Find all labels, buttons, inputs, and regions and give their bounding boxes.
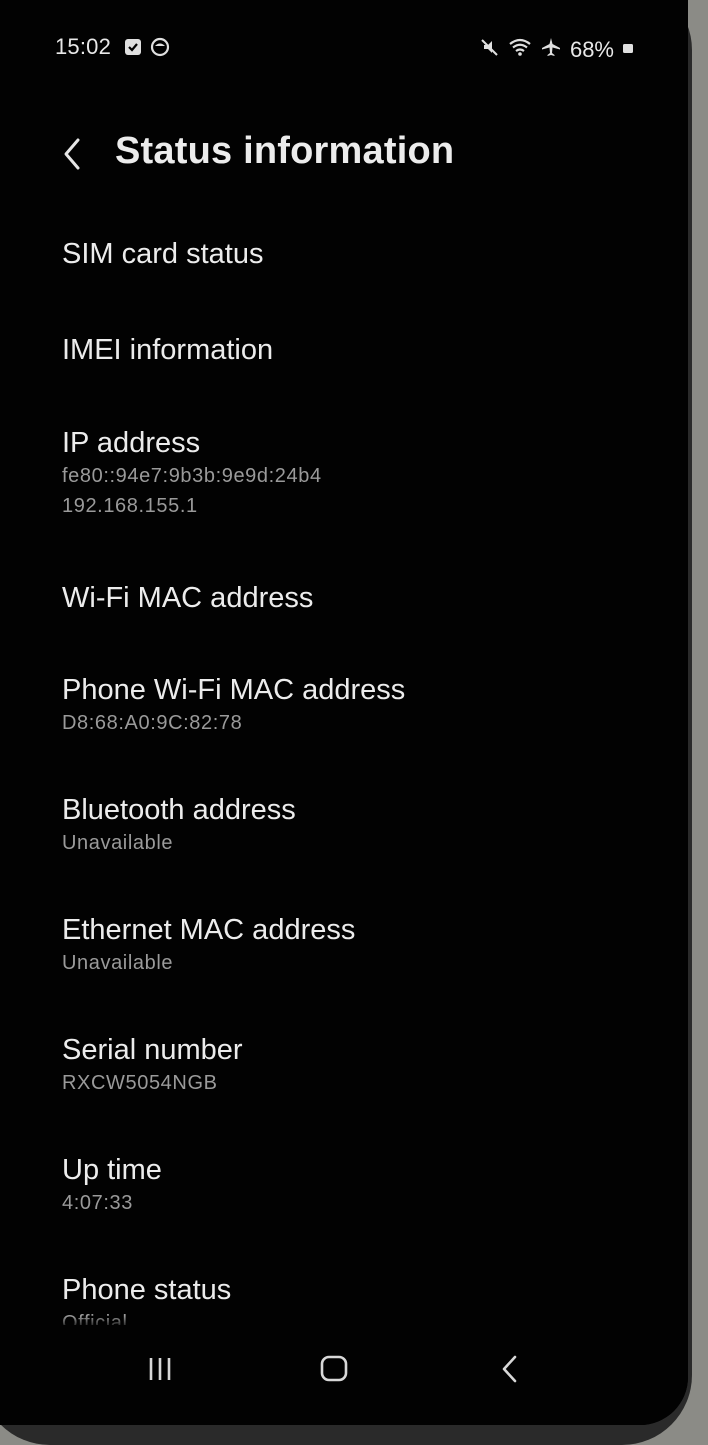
item-value: Unavailable — [62, 832, 174, 854]
list-item-up-time: Up time 4:07:33 — [62, 1152, 162, 1218]
item-label: Wi-Fi MAC address — [62, 582, 314, 614]
item-value: D8:68:A0:9C:82:78 — [62, 712, 243, 734]
list-item-phone-wifi-mac-address: Phone Wi-Fi MAC address D8:68:A0:9C:82:7… — [62, 672, 405, 738]
item-label: Serial number — [62, 1034, 243, 1066]
list-item-sim-card-status[interactable]: SIM card status — [62, 236, 263, 272]
wifi-icon — [508, 37, 532, 62]
recents-icon[interactable] — [130, 1349, 190, 1389]
home-icon[interactable] — [304, 1349, 364, 1389]
list-item-imei-information[interactable]: IMEI information — [62, 332, 273, 368]
item-value: 4:07:33 — [62, 1192, 133, 1214]
list-item-ethernet-mac-address: Ethernet MAC address Unavailable — [62, 912, 355, 978]
back-icon[interactable] — [480, 1349, 540, 1389]
status-bar: 15:02 68% — [0, 0, 688, 100]
item-value: 192.168.155.1 — [62, 495, 198, 517]
list-item-bluetooth-address: Bluetooth address Unavailable — [62, 792, 296, 858]
list-item-wifi-mac-address: Wi-Fi MAC address — [62, 580, 313, 616]
navigation-bar — [0, 1325, 688, 1425]
list-item-serial-number: Serial number RXCW5054NGB — [62, 1032, 243, 1098]
item-label: Phone status — [62, 1274, 232, 1306]
item-label: Up time — [62, 1154, 162, 1186]
item-value: Unavailable — [62, 952, 174, 974]
phone-screen: 15:02 68% Status information SIM card st… — [0, 0, 688, 1425]
status-left-icons — [124, 37, 170, 62]
item-label: IP address — [62, 427, 201, 459]
page-header: Status information — [0, 118, 688, 188]
list-item-ip-address: IP address fe80::94e7:9b3b:9e9d:24b4 192… — [62, 425, 322, 521]
checkbox-notification-icon — [124, 38, 142, 61]
status-right-icons: 68% — [480, 36, 634, 63]
item-value: RXCW5054NGB — [62, 1072, 218, 1094]
back-arrow-icon[interactable] — [58, 136, 88, 172]
page-title: Status information — [115, 130, 455, 172]
face-app-notification-icon — [150, 37, 170, 62]
airplane-mode-icon — [540, 36, 562, 63]
item-label: IMEI information — [62, 334, 274, 366]
item-label: Phone Wi-Fi MAC address — [62, 674, 406, 706]
item-label: Ethernet MAC address — [62, 914, 356, 946]
mute-icon — [480, 37, 500, 62]
battery-icon — [622, 39, 634, 60]
item-label: Bluetooth address — [62, 794, 296, 826]
battery-percentage: 68% — [569, 36, 614, 62]
item-value: fe80::94e7:9b3b:9e9d:24b4 — [62, 465, 322, 487]
item-label: SIM card status — [62, 238, 264, 270]
status-time: 15:02 — [55, 34, 112, 59]
